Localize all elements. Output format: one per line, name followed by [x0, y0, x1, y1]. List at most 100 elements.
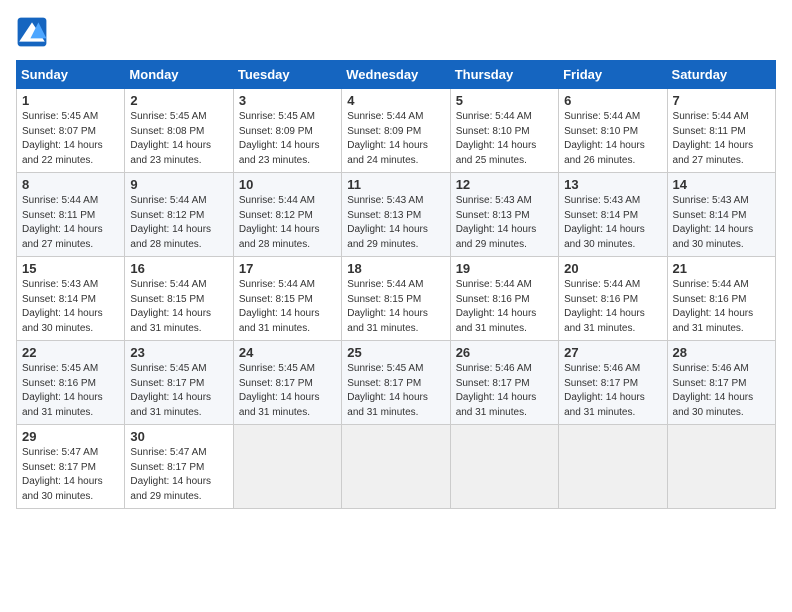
calendar-cell [233, 425, 341, 509]
day-number: 22 [22, 345, 119, 360]
calendar-cell: 9Sunrise: 5:44 AM Sunset: 8:12 PM Daylig… [125, 173, 233, 257]
day-number: 1 [22, 93, 119, 108]
day-number: 7 [673, 93, 770, 108]
day-header-tuesday: Tuesday [233, 61, 341, 89]
calendar-cell: 21 Sunrise: 5:44 AM Sunset: 8:16 PM Dayli… [667, 257, 775, 341]
calendar-cell: 6 Sunrise: 5:44 AM Sunset: 8:10 PM Daylig… [559, 89, 667, 173]
calendar-week-row: 29 Sunrise: 5:47 AM Sunset: 8:17 PM Dayli… [17, 425, 776, 509]
day-number: 10 [239, 177, 336, 192]
day-info: Sunrise: 5:44 AM Sunset: 8:15 PM Dayligh… [239, 278, 336, 336]
day-number: 12 [456, 177, 553, 192]
day-number: 18 [347, 261, 444, 276]
day-info: Sunrise: 5:44 AM Sunset: 8:16 PM Dayligh… [564, 278, 661, 336]
logo [16, 16, 52, 48]
day-info: Sunrise: 5:44 AM Sunset: 8:15 PM Dayligh… [347, 278, 444, 336]
day-number: 20 [564, 261, 661, 276]
day-number: 24 [239, 345, 336, 360]
day-info: Sunrise: 5:46 AM Sunset: 8:17 PM Dayligh… [564, 362, 661, 420]
day-info: Sunrise: 5:45 AM Sunset: 8:08 PM Dayligh… [130, 110, 227, 168]
page-header [16, 16, 776, 48]
day-number: 23 [130, 345, 227, 360]
calendar: SundayMondayTuesdayWednesdayThursdayFrid… [16, 60, 776, 509]
day-info: Sunrise: 5:45 AM Sunset: 8:07 PM Dayligh… [22, 110, 119, 168]
day-info: Sunrise: 5:43 AM Sunset: 8:13 PM Dayligh… [347, 194, 444, 252]
calendar-cell: 3 Sunrise: 5:45 AM Sunset: 8:09 PM Daylig… [233, 89, 341, 173]
day-info: Sunrise: 5:44 AM Sunset: 8:10 PM Dayligh… [456, 110, 553, 168]
day-number: 19 [456, 261, 553, 276]
day-info: Sunrise: 5:43 AM Sunset: 8:14 PM Dayligh… [564, 194, 661, 252]
day-info: Sunrise: 5:46 AM Sunset: 8:17 PM Dayligh… [673, 362, 770, 420]
day-info: Sunrise: 5:45 AM Sunset: 8:17 PM Dayligh… [239, 362, 336, 420]
calendar-cell [450, 425, 558, 509]
calendar-cell: 4 Sunrise: 5:44 AM Sunset: 8:09 PM Daylig… [342, 89, 450, 173]
day-info: Sunrise: 5:45 AM Sunset: 8:17 PM Dayligh… [130, 362, 227, 420]
day-number: 27 [564, 345, 661, 360]
calendar-cell: 23 Sunrise: 5:45 AM Sunset: 8:17 PM Dayli… [125, 341, 233, 425]
day-info: Sunrise: 5:44 AM Sunset: 8:10 PM Dayligh… [564, 110, 661, 168]
day-header-sunday: Sunday [17, 61, 125, 89]
calendar-header-row: SundayMondayTuesdayWednesdayThursdayFrid… [17, 61, 776, 89]
calendar-cell: 24 Sunrise: 5:45 AM Sunset: 8:17 PM Dayli… [233, 341, 341, 425]
calendar-week-row: 15 Sunrise: 5:43 AM Sunset: 8:14 PM Dayli… [17, 257, 776, 341]
day-info: Sunrise: 5:47 AM Sunset: 8:17 PM Dayligh… [130, 446, 227, 504]
day-number: 26 [456, 345, 553, 360]
day-info: Sunrise: 5:43 AM Sunset: 8:14 PM Dayligh… [22, 278, 119, 336]
day-info: Sunrise: 5:44 AM Sunset: 8:15 PM Dayligh… [130, 278, 227, 336]
calendar-cell: 7 Sunrise: 5:44 AM Sunset: 8:11 PM Daylig… [667, 89, 775, 173]
calendar-cell: 19 Sunrise: 5:44 AM Sunset: 8:16 PM Dayli… [450, 257, 558, 341]
calendar-cell: 12Sunrise: 5:43 AM Sunset: 8:13 PM Dayli… [450, 173, 558, 257]
calendar-cell: 26 Sunrise: 5:46 AM Sunset: 8:17 PM Dayli… [450, 341, 558, 425]
calendar-cell: 15 Sunrise: 5:43 AM Sunset: 8:14 PM Dayli… [17, 257, 125, 341]
day-number: 17 [239, 261, 336, 276]
day-info: Sunrise: 5:45 AM Sunset: 8:17 PM Dayligh… [347, 362, 444, 420]
day-info: Sunrise: 5:44 AM Sunset: 8:11 PM Dayligh… [673, 110, 770, 168]
day-number: 3 [239, 93, 336, 108]
calendar-cell: 11 Sunrise: 5:43 AM Sunset: 8:13 PM Dayli… [342, 173, 450, 257]
calendar-cell: 18 Sunrise: 5:44 AM Sunset: 8:15 PM Dayli… [342, 257, 450, 341]
day-info: Sunrise: 5:45 AM Sunset: 8:09 PM Dayligh… [239, 110, 336, 168]
logo-icon [16, 16, 48, 48]
calendar-cell: 30Sunrise: 5:47 AM Sunset: 8:17 PM Dayli… [125, 425, 233, 509]
calendar-cell: 28 Sunrise: 5:46 AM Sunset: 8:17 PM Dayli… [667, 341, 775, 425]
calendar-week-row: 22 Sunrise: 5:45 AM Sunset: 8:16 PM Dayli… [17, 341, 776, 425]
day-info: Sunrise: 5:44 AM Sunset: 8:09 PM Dayligh… [347, 110, 444, 168]
day-number: 15 [22, 261, 119, 276]
day-info: Sunrise: 5:47 AM Sunset: 8:17 PM Dayligh… [22, 446, 119, 504]
day-info: Sunrise: 5:44 AM Sunset: 8:16 PM Dayligh… [456, 278, 553, 336]
calendar-week-row: 8Sunrise: 5:44 AM Sunset: 8:11 PM Daylig… [17, 173, 776, 257]
calendar-week-row: 1 Sunrise: 5:45 AM Sunset: 8:07 PM Daylig… [17, 89, 776, 173]
day-number: 9 [130, 177, 227, 192]
day-info: Sunrise: 5:44 AM Sunset: 8:16 PM Dayligh… [673, 278, 770, 336]
day-number: 8 [22, 177, 119, 192]
day-number: 16 [130, 261, 227, 276]
day-header-monday: Monday [125, 61, 233, 89]
day-number: 13 [564, 177, 661, 192]
day-number: 29 [22, 429, 119, 444]
day-info: Sunrise: 5:45 AM Sunset: 8:16 PM Dayligh… [22, 362, 119, 420]
day-number: 25 [347, 345, 444, 360]
day-info: Sunrise: 5:43 AM Sunset: 8:14 PM Dayligh… [673, 194, 770, 252]
calendar-cell: 20 Sunrise: 5:44 AM Sunset: 8:16 PM Dayli… [559, 257, 667, 341]
calendar-cell: 14Sunrise: 5:43 AM Sunset: 8:14 PM Dayli… [667, 173, 775, 257]
calendar-cell: 25 Sunrise: 5:45 AM Sunset: 8:17 PM Dayli… [342, 341, 450, 425]
day-number: 6 [564, 93, 661, 108]
day-number: 2 [130, 93, 227, 108]
calendar-cell: 2 Sunrise: 5:45 AM Sunset: 8:08 PM Daylig… [125, 89, 233, 173]
calendar-cell: 29 Sunrise: 5:47 AM Sunset: 8:17 PM Dayli… [17, 425, 125, 509]
calendar-cell: 22 Sunrise: 5:45 AM Sunset: 8:16 PM Dayli… [17, 341, 125, 425]
day-number: 4 [347, 93, 444, 108]
calendar-cell [559, 425, 667, 509]
day-number: 28 [673, 345, 770, 360]
calendar-cell: 1 Sunrise: 5:45 AM Sunset: 8:07 PM Daylig… [17, 89, 125, 173]
day-header-wednesday: Wednesday [342, 61, 450, 89]
calendar-cell: 10Sunrise: 5:44 AM Sunset: 8:12 PM Dayli… [233, 173, 341, 257]
day-number: 21 [673, 261, 770, 276]
calendar-cell [342, 425, 450, 509]
day-header-saturday: Saturday [667, 61, 775, 89]
day-info: Sunrise: 5:46 AM Sunset: 8:17 PM Dayligh… [456, 362, 553, 420]
calendar-cell: 16 Sunrise: 5:44 AM Sunset: 8:15 PM Dayli… [125, 257, 233, 341]
calendar-cell: 8Sunrise: 5:44 AM Sunset: 8:11 PM Daylig… [17, 173, 125, 257]
calendar-cell [667, 425, 775, 509]
day-number: 11 [347, 177, 444, 192]
day-header-friday: Friday [559, 61, 667, 89]
